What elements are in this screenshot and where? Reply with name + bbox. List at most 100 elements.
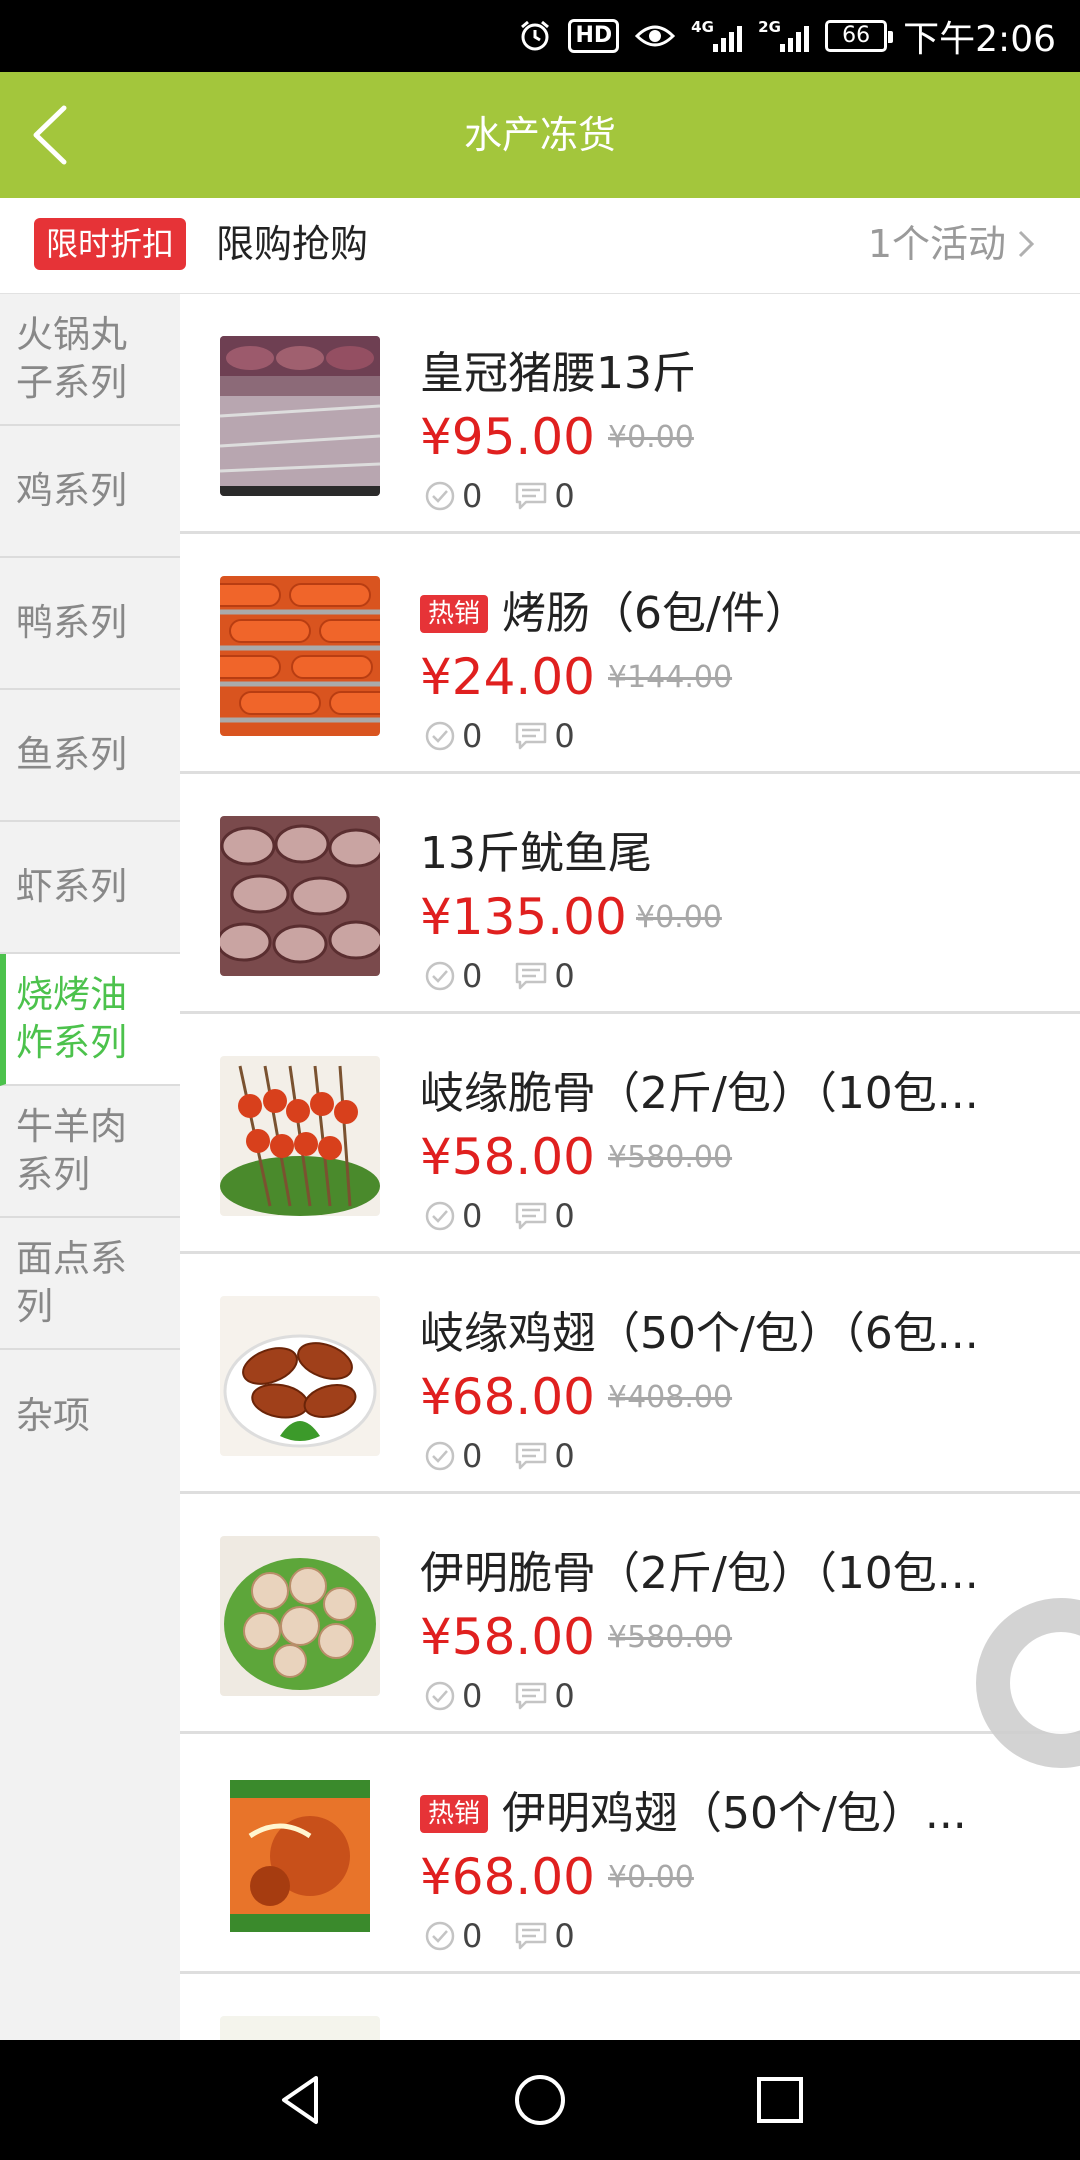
promo-bar[interactable]: 限时折扣 限购抢购 1个活动	[0, 198, 1080, 294]
likes-stat[interactable]: 0	[424, 717, 482, 755]
comment-icon	[516, 1922, 547, 1950]
product-price: ¥135.00	[420, 888, 627, 946]
product-item[interactable]: 热销 烤肠（6包/件） ¥24.00 ¥144.00 0 0	[180, 534, 1080, 774]
likes-stat[interactable]: 0	[424, 1437, 482, 1475]
product-name[interactable]	[420, 2026, 1040, 2040]
check-circle-icon	[425, 961, 455, 991]
product-price: ¥68.00	[420, 1368, 595, 1426]
category-item-shrimp[interactable]: 虾系列	[0, 822, 180, 954]
product-list[interactable]: 皇冠猪腰13斤 ¥95.00 ¥0.00 0 0 热销 烤肠（6包/件） ¥24.…	[180, 294, 1080, 2040]
product-name[interactable]: 13斤鱿鱼尾	[420, 826, 1040, 882]
likes-stat[interactable]: 0	[424, 1677, 482, 1715]
category-item-beef-lamb[interactable]: 牛羊肉 系列	[0, 1086, 180, 1218]
category-item-fish[interactable]: 鱼系列	[0, 690, 180, 822]
product-item[interactable]: 岐缘脆骨（2斤/包）（10包... ¥58.00 ¥580.00 0 0	[180, 1014, 1080, 1254]
likes-count: 0	[462, 477, 483, 515]
product-original-price: ¥580.00	[608, 1620, 733, 1655]
comment-icon	[516, 722, 547, 750]
likes-count: 0	[462, 1917, 483, 1955]
product-image[interactable]	[220, 816, 380, 976]
category-item-hotpot-balls[interactable]: 火锅丸 子系列	[0, 294, 180, 426]
product-name-text: 伊明脆骨（2斤/包）（10包...	[420, 1548, 979, 1599]
check-circle-icon	[425, 721, 455, 751]
likes-count: 0	[462, 1437, 483, 1475]
nav-home-icon[interactable]	[510, 2070, 570, 2130]
product-item[interactable]	[180, 1974, 1080, 2040]
likes-stat[interactable]: 0	[424, 957, 482, 995]
comments-stat[interactable]: 0	[514, 1437, 575, 1475]
product-image[interactable]	[220, 576, 380, 736]
nav-recents-icon[interactable]	[750, 2070, 810, 2130]
product-item[interactable]: 伊明脆骨（2斤/包）（10包... ¥58.00 ¥580.00 0 0	[180, 1494, 1080, 1734]
product-image[interactable]	[220, 1296, 380, 1456]
system-nav-bar	[0, 2040, 1080, 2160]
category-item-misc[interactable]: 杂项	[0, 1350, 180, 1482]
check-circle-icon	[425, 1681, 455, 1711]
likes-stat[interactable]: 0	[424, 1917, 482, 1955]
hd-icon: HD	[568, 19, 620, 53]
promo-text: 限购抢购	[216, 222, 369, 266]
comments-count: 0	[554, 477, 575, 515]
category-label-line2: 系列	[16, 1153, 90, 1196]
signal-4g-icon: 4G	[691, 18, 743, 52]
comments-count: 0	[554, 1677, 575, 1715]
category-label-line1: 面点系	[16, 1237, 127, 1280]
likes-count: 0	[462, 717, 483, 755]
product-image[interactable]	[220, 336, 380, 496]
product-name[interactable]: 岐缘鸡翅（50个/包）（6包...	[420, 1306, 1040, 1362]
comments-stat[interactable]: 0	[514, 957, 575, 995]
check-circle-icon	[425, 1441, 455, 1471]
product-original-price: ¥0.00	[608, 420, 694, 455]
comments-stat[interactable]: 0	[514, 1197, 575, 1235]
product-name[interactable]: 伊明脆骨（2斤/包）（10包...	[420, 1546, 1040, 1602]
likes-stat[interactable]: 0	[424, 1197, 482, 1235]
product-original-price: ¥0.00	[636, 900, 722, 935]
category-item-duck[interactable]: 鸭系列	[0, 558, 180, 690]
product-image[interactable]	[220, 1776, 380, 1936]
eye-icon	[635, 21, 676, 51]
likes-count: 0	[462, 1677, 483, 1715]
hot-sale-badge: 热销	[420, 595, 489, 633]
comments-count: 0	[554, 1917, 575, 1955]
product-image[interactable]	[220, 1056, 380, 1216]
product-name[interactable]: 皇冠猪腰13斤	[420, 346, 1040, 402]
product-name[interactable]: 热销 烤肠（6包/件）	[420, 586, 1040, 642]
product-name-text: 13斤鱿鱼尾	[420, 828, 652, 879]
comments-stat[interactable]: 0	[514, 717, 575, 755]
product-item[interactable]: 皇冠猪腰13斤 ¥95.00 ¥0.00 0 0	[180, 294, 1080, 534]
product-image[interactable]	[220, 2016, 380, 2040]
comment-icon	[516, 1442, 547, 1470]
comments-stat[interactable]: 0	[514, 477, 575, 515]
likes-stat[interactable]: 0	[424, 477, 482, 515]
promo-tag: 限时折扣	[34, 218, 187, 270]
comments-count: 0	[554, 957, 575, 995]
category-item-chicken[interactable]: 鸡系列	[0, 426, 180, 558]
likes-count: 0	[462, 1197, 483, 1235]
app-screen: HD 4G 2G 66 下午2:06 水产冻货 限时折扣 限购抢购 1个活动 火…	[0, 0, 1080, 2160]
product-stats: 0 0	[424, 1676, 607, 1716]
product-price: ¥24.00	[420, 648, 595, 706]
category-label-line2: 列	[16, 1285, 53, 1328]
product-name[interactable]: 热销 伊明鸡翅（50个/包）...	[420, 1786, 1040, 1842]
product-stats: 0 0	[424, 956, 607, 996]
network-type-label-2: 2G	[758, 18, 781, 36]
product-item[interactable]: 热销 伊明鸡翅（50个/包）... ¥68.00 ¥0.00 0 0	[180, 1734, 1080, 1974]
nav-back-icon[interactable]	[270, 2070, 330, 2130]
product-stats: 0 0	[424, 716, 607, 756]
page-title: 水产冻货	[463, 113, 616, 157]
comments-stat[interactable]: 0	[514, 1917, 575, 1955]
product-stats: 0 0	[424, 1436, 607, 1476]
comments-count: 0	[554, 1197, 575, 1235]
promo-activity-count[interactable]: 1个活动	[868, 218, 1006, 270]
category-label-line1: 牛羊肉	[16, 1105, 127, 1148]
comments-stat[interactable]: 0	[514, 1677, 575, 1715]
product-name[interactable]: 岐缘脆骨（2斤/包）（10包...	[420, 1066, 1040, 1122]
category-item-pastry[interactable]: 面点系列	[0, 1218, 180, 1350]
product-item[interactable]: 岐缘鸡翅（50个/包）（6包... ¥68.00 ¥408.00 0 0	[180, 1254, 1080, 1494]
hot-sale-badge: 热销	[420, 1795, 489, 1833]
product-image[interactable]	[220, 1536, 380, 1696]
category-item-bbq-fried[interactable]: 烧烤油 炸系列	[0, 954, 180, 1086]
category-label-line1: 鸡系列	[16, 469, 127, 512]
product-item[interactable]: 13斤鱿鱼尾 ¥135.00 ¥0.00 0 0	[180, 774, 1080, 1014]
category-label-line1: 鸭系列	[16, 601, 127, 644]
